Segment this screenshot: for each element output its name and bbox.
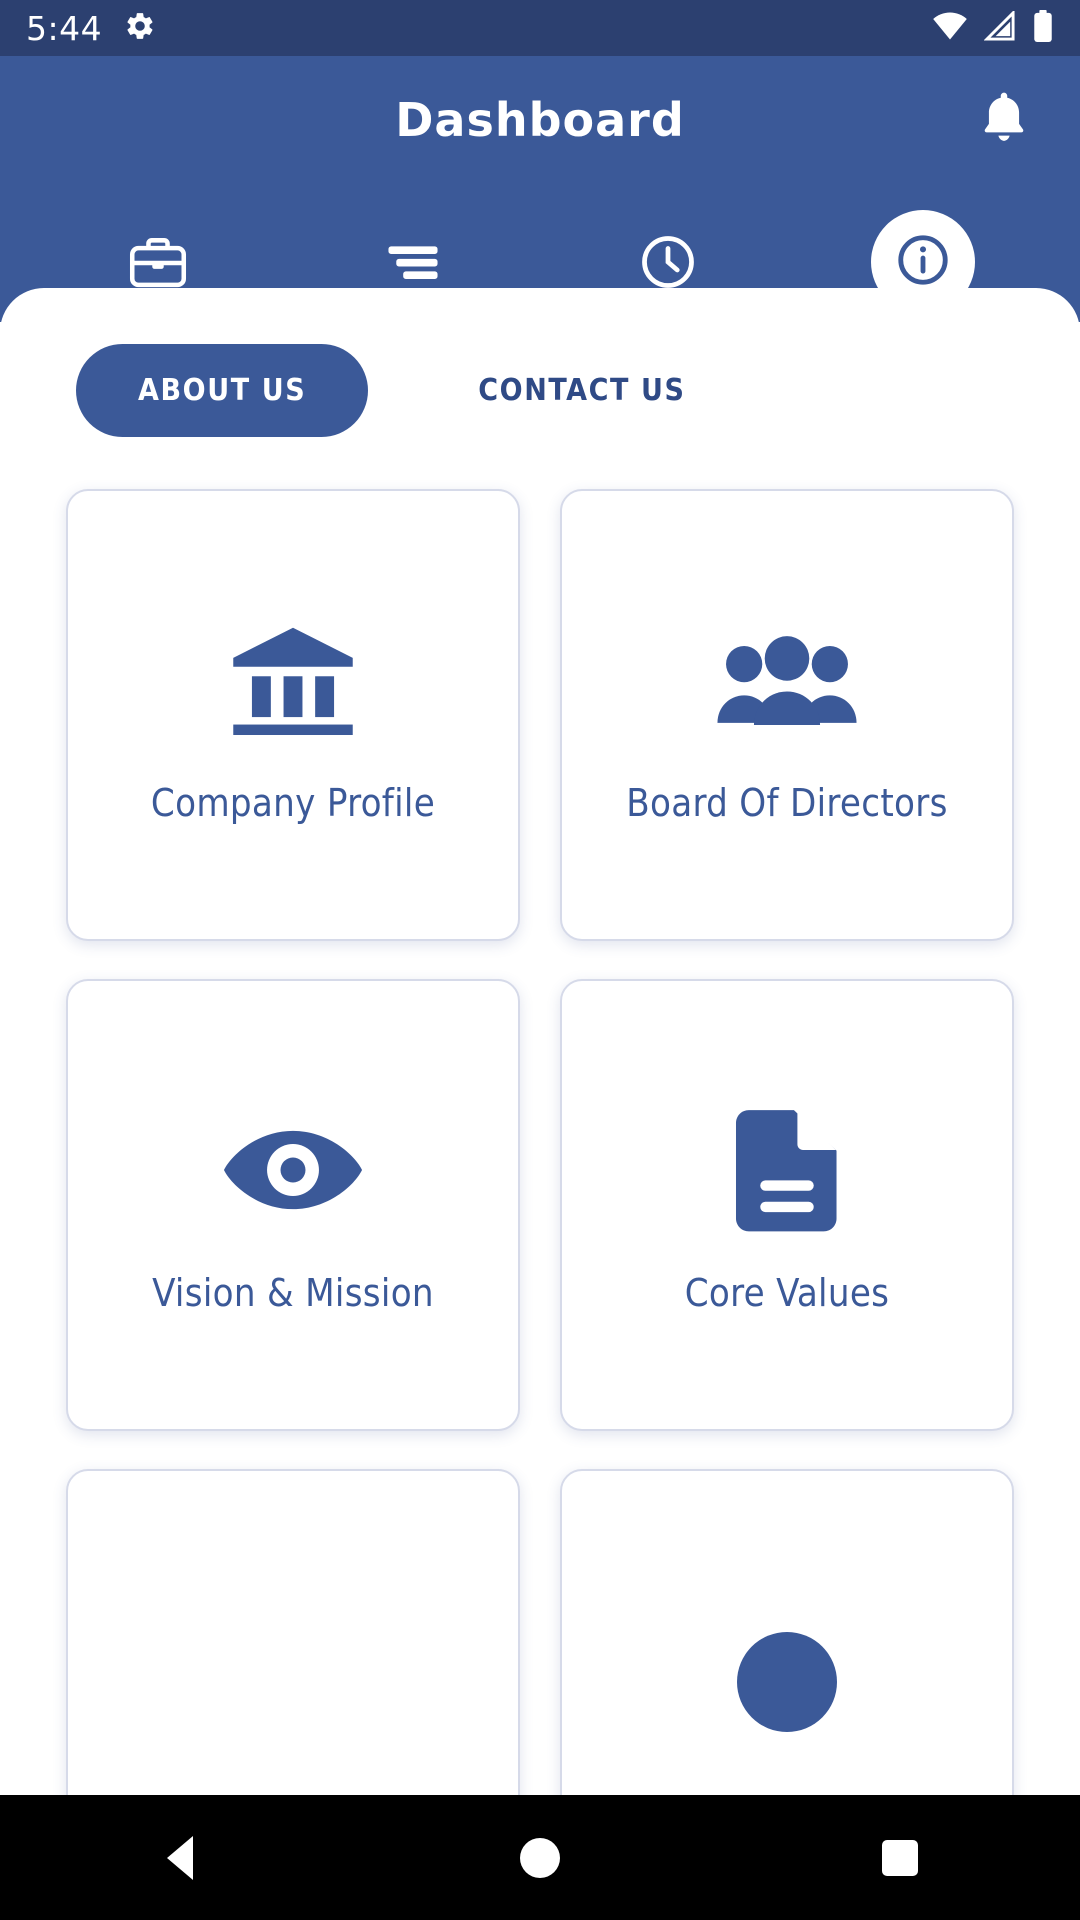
status-left-icons bbox=[124, 10, 156, 47]
status-bar: 5:44 bbox=[0, 0, 1080, 56]
document-icon bbox=[735, 1095, 839, 1245]
wifi-icon bbox=[932, 11, 968, 46]
phone-screen: 5:44 Dashboard ABOUT US CONTACT US Compa… bbox=[0, 0, 1080, 1920]
circle-partial-icon bbox=[732, 1607, 842, 1757]
segmented-tabs: ABOUT US CONTACT US bbox=[76, 288, 1080, 437]
notification-bell-button[interactable] bbox=[972, 88, 1036, 152]
content-sheet: ABOUT US CONTACT US Company Profile Boar… bbox=[0, 288, 1080, 1920]
status-time: 5:44 bbox=[26, 8, 103, 48]
card-label: Board Of Directors bbox=[626, 781, 948, 825]
clock-icon bbox=[638, 232, 698, 292]
card-board-of-directors[interactable]: Board Of Directors bbox=[560, 489, 1014, 941]
app-header: Dashboard bbox=[0, 56, 1080, 322]
card-label: Core Values bbox=[684, 1271, 890, 1315]
sort-lines-icon bbox=[384, 240, 442, 284]
info-circle-icon bbox=[894, 231, 952, 294]
card-core-values[interactable]: Core Values bbox=[560, 979, 1014, 1431]
nav-home-button[interactable] bbox=[480, 1795, 600, 1920]
bank-building-icon bbox=[228, 605, 358, 755]
card-label: Vision & Mission bbox=[152, 1271, 434, 1315]
briefcase-icon bbox=[127, 233, 189, 291]
tab-about-us[interactable]: ABOUT US bbox=[76, 344, 369, 437]
card-label: Company Profile bbox=[150, 781, 436, 825]
cellular-signal-icon bbox=[983, 8, 1016, 46]
back-triangle-icon bbox=[167, 1835, 193, 1880]
recents-square-icon bbox=[882, 1839, 918, 1876]
gear-icon bbox=[124, 10, 156, 47]
tab-contact-us[interactable]: CONTACT US bbox=[416, 344, 747, 437]
card-company-profile[interactable]: Company Profile bbox=[66, 489, 520, 941]
status-right-icons bbox=[932, 8, 1054, 47]
home-circle-icon bbox=[520, 1837, 560, 1878]
nav-back-button[interactable] bbox=[120, 1795, 240, 1920]
header-title-row: Dashboard bbox=[0, 66, 1080, 174]
eye-icon bbox=[222, 1095, 364, 1245]
nav-recents-button[interactable] bbox=[840, 1795, 960, 1920]
feature-card-grid: Company Profile Board Of Directors Visio… bbox=[0, 437, 1080, 1920]
android-nav-bar bbox=[0, 1795, 1080, 1920]
bell-icon bbox=[978, 90, 1030, 151]
card-vision-mission[interactable]: Vision & Mission bbox=[66, 979, 520, 1431]
battery-icon bbox=[1032, 9, 1054, 47]
people-group-icon bbox=[716, 605, 858, 755]
page-title: Dashboard bbox=[395, 93, 685, 147]
